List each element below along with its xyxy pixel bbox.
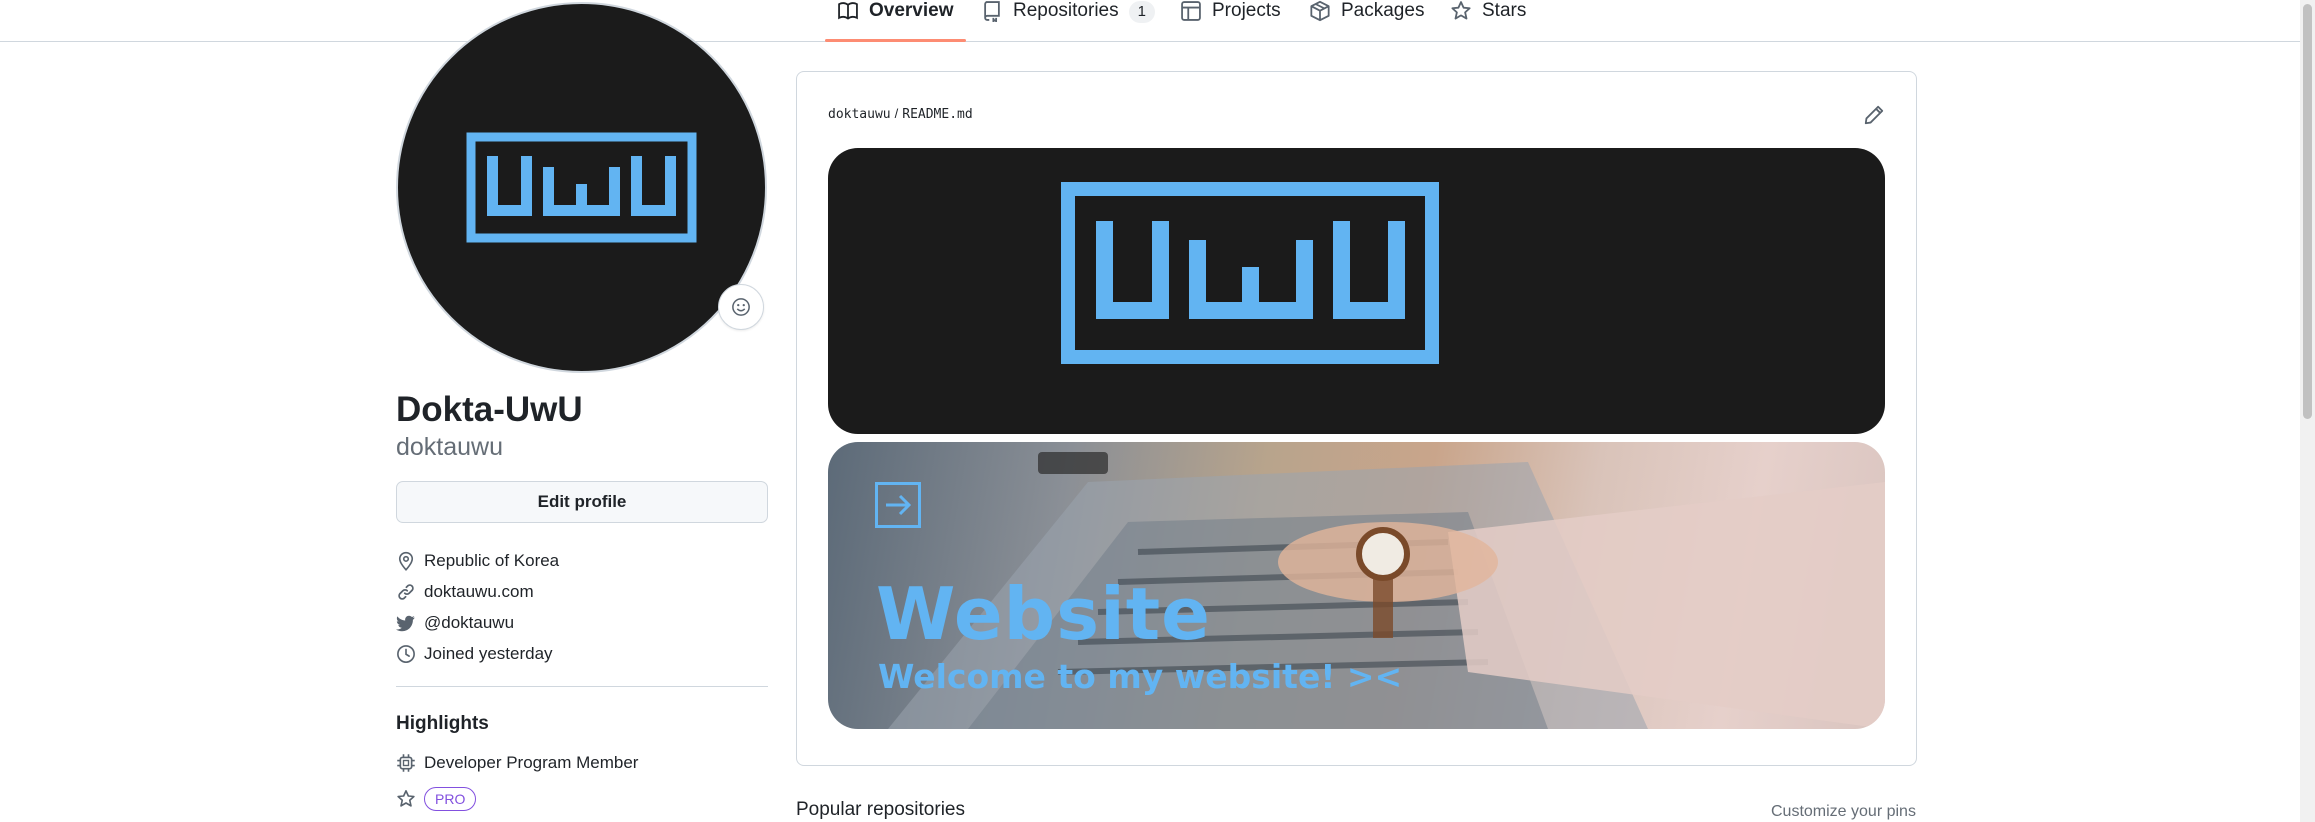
set-status-button[interactable]: [718, 284, 764, 330]
tab-stars[interactable]: Stars: [1450, 0, 1526, 42]
table-icon: [1181, 1, 1201, 21]
star-icon: [397, 790, 415, 807]
avatar[interactable]: [396, 2, 767, 373]
tab-label: Packages: [1341, 0, 1425, 21]
website-text[interactable]: doktauwu.com: [424, 582, 534, 602]
smiley-icon: [732, 298, 750, 316]
profile-full-name: Dokta-UwU: [396, 390, 583, 429]
tab-projects[interactable]: Projects: [1180, 0, 1281, 42]
scrollbar-thumb[interactable]: [2303, 4, 2312, 419]
uwu-logo-banner: [1061, 182, 1439, 364]
clock-icon: [397, 645, 415, 663]
tab-label: Repositories: [1013, 0, 1119, 21]
pencil-icon[interactable]: [1863, 104, 1885, 126]
repo-icon: [984, 1, 1000, 22]
joined-text: Joined yesterday: [424, 644, 553, 663]
twitter-text[interactable]: @doktauwu: [424, 613, 514, 633]
tab-packages[interactable]: Packages: [1309, 0, 1424, 42]
path-separator: /: [894, 106, 899, 121]
profile-tab-nav: Overview Repositories 1 Projects Package…: [0, 0, 2300, 42]
link-icon: [398, 584, 414, 600]
profile-twitter-link[interactable]: @doktauwu: [396, 611, 514, 635]
arrow-right-icon: [875, 482, 921, 528]
profile-username: doktauwu: [396, 433, 504, 461]
profile-divider: [396, 686, 768, 687]
star-icon: [1451, 1, 1471, 20]
popular-repositories-heading: Popular repositories: [796, 799, 965, 820]
customize-pins-link[interactable]: Customize your pins: [1771, 803, 1916, 821]
profile-readme: doktauwu / README.md Website Welcome to …: [796, 71, 1917, 766]
developer-program-text[interactable]: Developer Program Member: [424, 753, 638, 773]
tab-label: Overview: [869, 0, 954, 21]
tab-label: Stars: [1482, 0, 1527, 21]
readme-breadcrumb: doktauwu / README.md: [828, 106, 973, 122]
tab-overview[interactable]: Overview: [825, 0, 965, 42]
edit-profile-button[interactable]: Edit profile: [396, 481, 768, 523]
repositories-counter: 1: [1128, 1, 1155, 23]
profile-location: Republic of Korea: [396, 549, 559, 573]
tab-label: Projects: [1212, 0, 1281, 21]
tab-repositories[interactable]: Repositories 1: [981, 0, 1155, 42]
readme-owner-link[interactable]: doktauwu: [828, 107, 891, 122]
profile-website-link[interactable]: doktauwu.com: [396, 580, 534, 604]
website-title: Website: [876, 572, 1212, 656]
readme-file-link[interactable]: README.md: [902, 107, 972, 122]
uwu-logo-avatar: [466, 132, 697, 243]
highlight-pro: PRO: [396, 787, 477, 811]
website-subtitle: Welcome to my website! ><: [878, 657, 1403, 696]
location-text: Republic of Korea: [424, 551, 560, 570]
highlight-developer-program[interactable]: Developer Program Member: [396, 751, 638, 775]
package-icon: [1310, 0, 1330, 22]
website-banner-image[interactable]: Website Welcome to my website! ><: [828, 442, 1885, 729]
pro-badge: PRO: [424, 787, 477, 811]
highlights-heading: Highlights: [396, 713, 489, 734]
location-icon: [398, 551, 414, 571]
profile-joined: Joined yesterday: [396, 642, 553, 666]
cpu-icon: [397, 754, 415, 772]
twitter-icon: [396, 615, 415, 632]
book-icon: [838, 2, 858, 20]
uwu-banner-image: [828, 148, 1885, 434]
